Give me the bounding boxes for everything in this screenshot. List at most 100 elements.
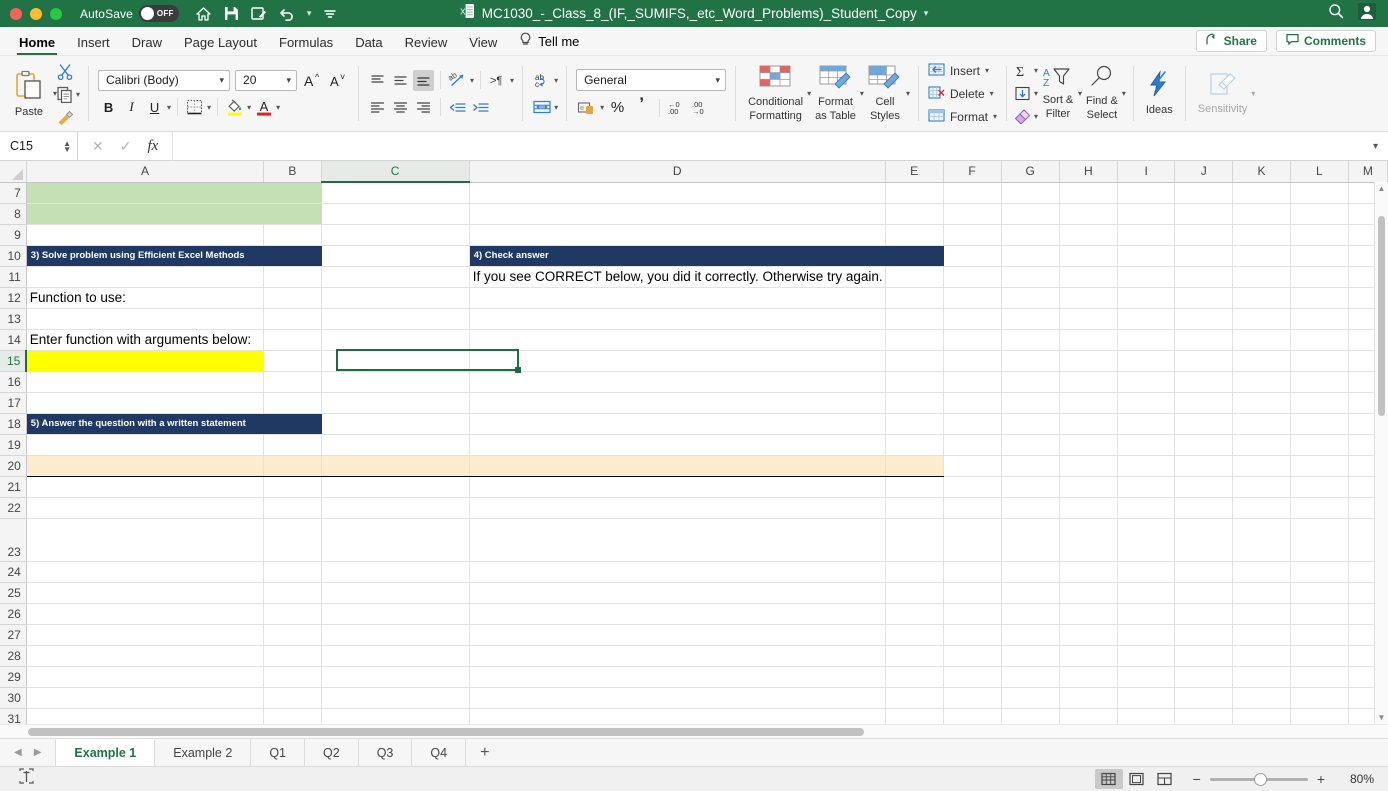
row-header-12[interactable]: 12	[0, 287, 27, 309]
cell-C16[interactable]	[321, 371, 470, 393]
cell-I19[interactable]	[1117, 434, 1176, 456]
cell-E28[interactable]	[885, 645, 944, 667]
zoom-slider-knob[interactable]	[1253, 772, 1267, 786]
underline-button[interactable]: U	[144, 97, 165, 118]
cell-E8[interactable]	[885, 203, 944, 225]
underline-chevron-down-icon[interactable]: ▾	[167, 103, 171, 112]
cell-J23[interactable]	[1174, 518, 1233, 562]
cell-L13[interactable]	[1290, 308, 1349, 330]
cell-H9[interactable]	[1059, 224, 1118, 246]
cell-E29[interactable]	[885, 666, 944, 688]
italic-button[interactable]: I	[121, 97, 142, 118]
cell-D31[interactable]	[469, 708, 886, 724]
cell-B23[interactable]	[263, 518, 322, 562]
column-header-M[interactable]: M	[1348, 161, 1388, 183]
row-header-24[interactable]: 24	[0, 561, 27, 583]
find-select-chevron-down-icon[interactable]: ▾	[1122, 89, 1126, 98]
cell-K29[interactable]	[1232, 666, 1292, 688]
row-header-13[interactable]: 13	[0, 308, 27, 330]
accounting-format-button[interactable]: ¤	[576, 97, 597, 118]
cell-L15[interactable]	[1290, 350, 1349, 372]
column-header-G[interactable]: G	[1001, 161, 1060, 183]
cell-B18[interactable]	[263, 413, 322, 435]
cell-D17[interactable]	[469, 392, 886, 414]
cell-L11[interactable]	[1290, 266, 1349, 288]
cell-D25[interactable]	[469, 582, 886, 604]
cell-C13[interactable]	[321, 308, 470, 330]
number-format-select[interactable]: General ▾	[576, 69, 727, 91]
format-as-table-button[interactable]: Format as Table	[811, 60, 860, 128]
font-family-select[interactable]: Calibri (Body) ▾	[98, 69, 231, 91]
percent-style-button[interactable]: %	[607, 97, 628, 118]
cell-J28[interactable]	[1174, 645, 1233, 667]
cell-E14[interactable]	[885, 329, 944, 351]
cell-C7[interactable]	[321, 182, 470, 204]
cell-L9[interactable]	[1290, 224, 1349, 246]
row-header-7[interactable]: 7	[0, 182, 27, 204]
sensitivity-button[interactable]: Sensitivity	[1194, 60, 1252, 128]
fill-color-chevron-down-icon[interactable]: ▾	[247, 103, 251, 112]
cell-D23[interactable]	[469, 518, 886, 562]
cell-B20[interactable]	[263, 454, 322, 477]
comments-button[interactable]: Comments	[1275, 30, 1376, 52]
cell-I10[interactable]	[1117, 245, 1176, 267]
cell-K8[interactable]	[1232, 203, 1292, 225]
cell-E30[interactable]	[885, 687, 944, 709]
cell-D10[interactable]: 4) Check answer	[469, 245, 886, 267]
cell-E20[interactable]	[885, 454, 944, 477]
cell-E15[interactable]	[885, 350, 944, 372]
cell-L30[interactable]	[1290, 687, 1349, 709]
cell-B21[interactable]	[263, 476, 322, 498]
cell-L23[interactable]	[1290, 518, 1349, 562]
cell-H24[interactable]	[1059, 561, 1118, 583]
cell-G28[interactable]	[1001, 645, 1060, 667]
align-bottom-button[interactable]	[413, 69, 435, 91]
cell-B8[interactable]	[263, 203, 322, 225]
select-all-corner-button[interactable]	[0, 161, 27, 183]
cell-L18[interactable]	[1290, 413, 1349, 435]
cell-H7[interactable]	[1059, 182, 1118, 204]
fill-handle[interactable]	[515, 367, 521, 373]
cell-H10[interactable]	[1059, 245, 1118, 267]
cell-F27[interactable]	[943, 624, 1002, 646]
cell-J14[interactable]	[1174, 329, 1233, 351]
cell-E19[interactable]	[885, 434, 944, 456]
cell-J29[interactable]	[1174, 666, 1233, 688]
cell-J27[interactable]	[1174, 624, 1233, 646]
cell-D20[interactable]	[469, 454, 886, 477]
insert-chevron-down-icon[interactable]: ▾	[985, 66, 989, 75]
cell-A16[interactable]	[26, 371, 265, 393]
cut-button[interactable]	[57, 62, 80, 81]
bold-button[interactable]: B	[98, 97, 119, 118]
cell-I29[interactable]	[1117, 666, 1176, 688]
cell-A31[interactable]	[26, 708, 265, 724]
cell-E23[interactable]	[885, 518, 944, 562]
sheet-tab-example-1[interactable]: Example 1	[55, 739, 156, 766]
cell-I31[interactable]	[1117, 708, 1176, 724]
cell-D21[interactable]	[469, 476, 886, 498]
cell-E18[interactable]	[885, 413, 944, 435]
autosum-button[interactable]: Σ ▾	[1014, 61, 1038, 80]
row-header-28[interactable]: 28	[0, 645, 27, 667]
cell-E10[interactable]	[885, 245, 944, 267]
cell-F28[interactable]	[943, 645, 1002, 667]
cell-K20[interactable]	[1232, 455, 1292, 477]
cell-D19[interactable]	[469, 434, 886, 456]
add-sheet-button[interactable]: +	[466, 739, 503, 766]
cell-E11[interactable]	[885, 266, 944, 288]
cell-F19[interactable]	[943, 434, 1002, 456]
cell-K31[interactable]	[1232, 708, 1292, 724]
cell-H21[interactable]	[1059, 476, 1118, 498]
cell-styles-button[interactable]: Cell Styles	[864, 60, 906, 128]
cell-G10[interactable]	[1001, 245, 1060, 267]
cell-J15[interactable]	[1174, 350, 1233, 372]
account-icon[interactable]	[1358, 2, 1376, 25]
cell-C31[interactable]	[321, 708, 470, 724]
cell-G24[interactable]	[1001, 561, 1060, 583]
row-header-30[interactable]: 30	[0, 687, 27, 709]
cell-H31[interactable]	[1059, 708, 1118, 724]
cell-I23[interactable]	[1117, 518, 1176, 562]
paste-button[interactable]: Paste	[5, 60, 53, 128]
cell-K16[interactable]	[1232, 371, 1292, 393]
ideas-button[interactable]: Ideas	[1142, 60, 1177, 128]
